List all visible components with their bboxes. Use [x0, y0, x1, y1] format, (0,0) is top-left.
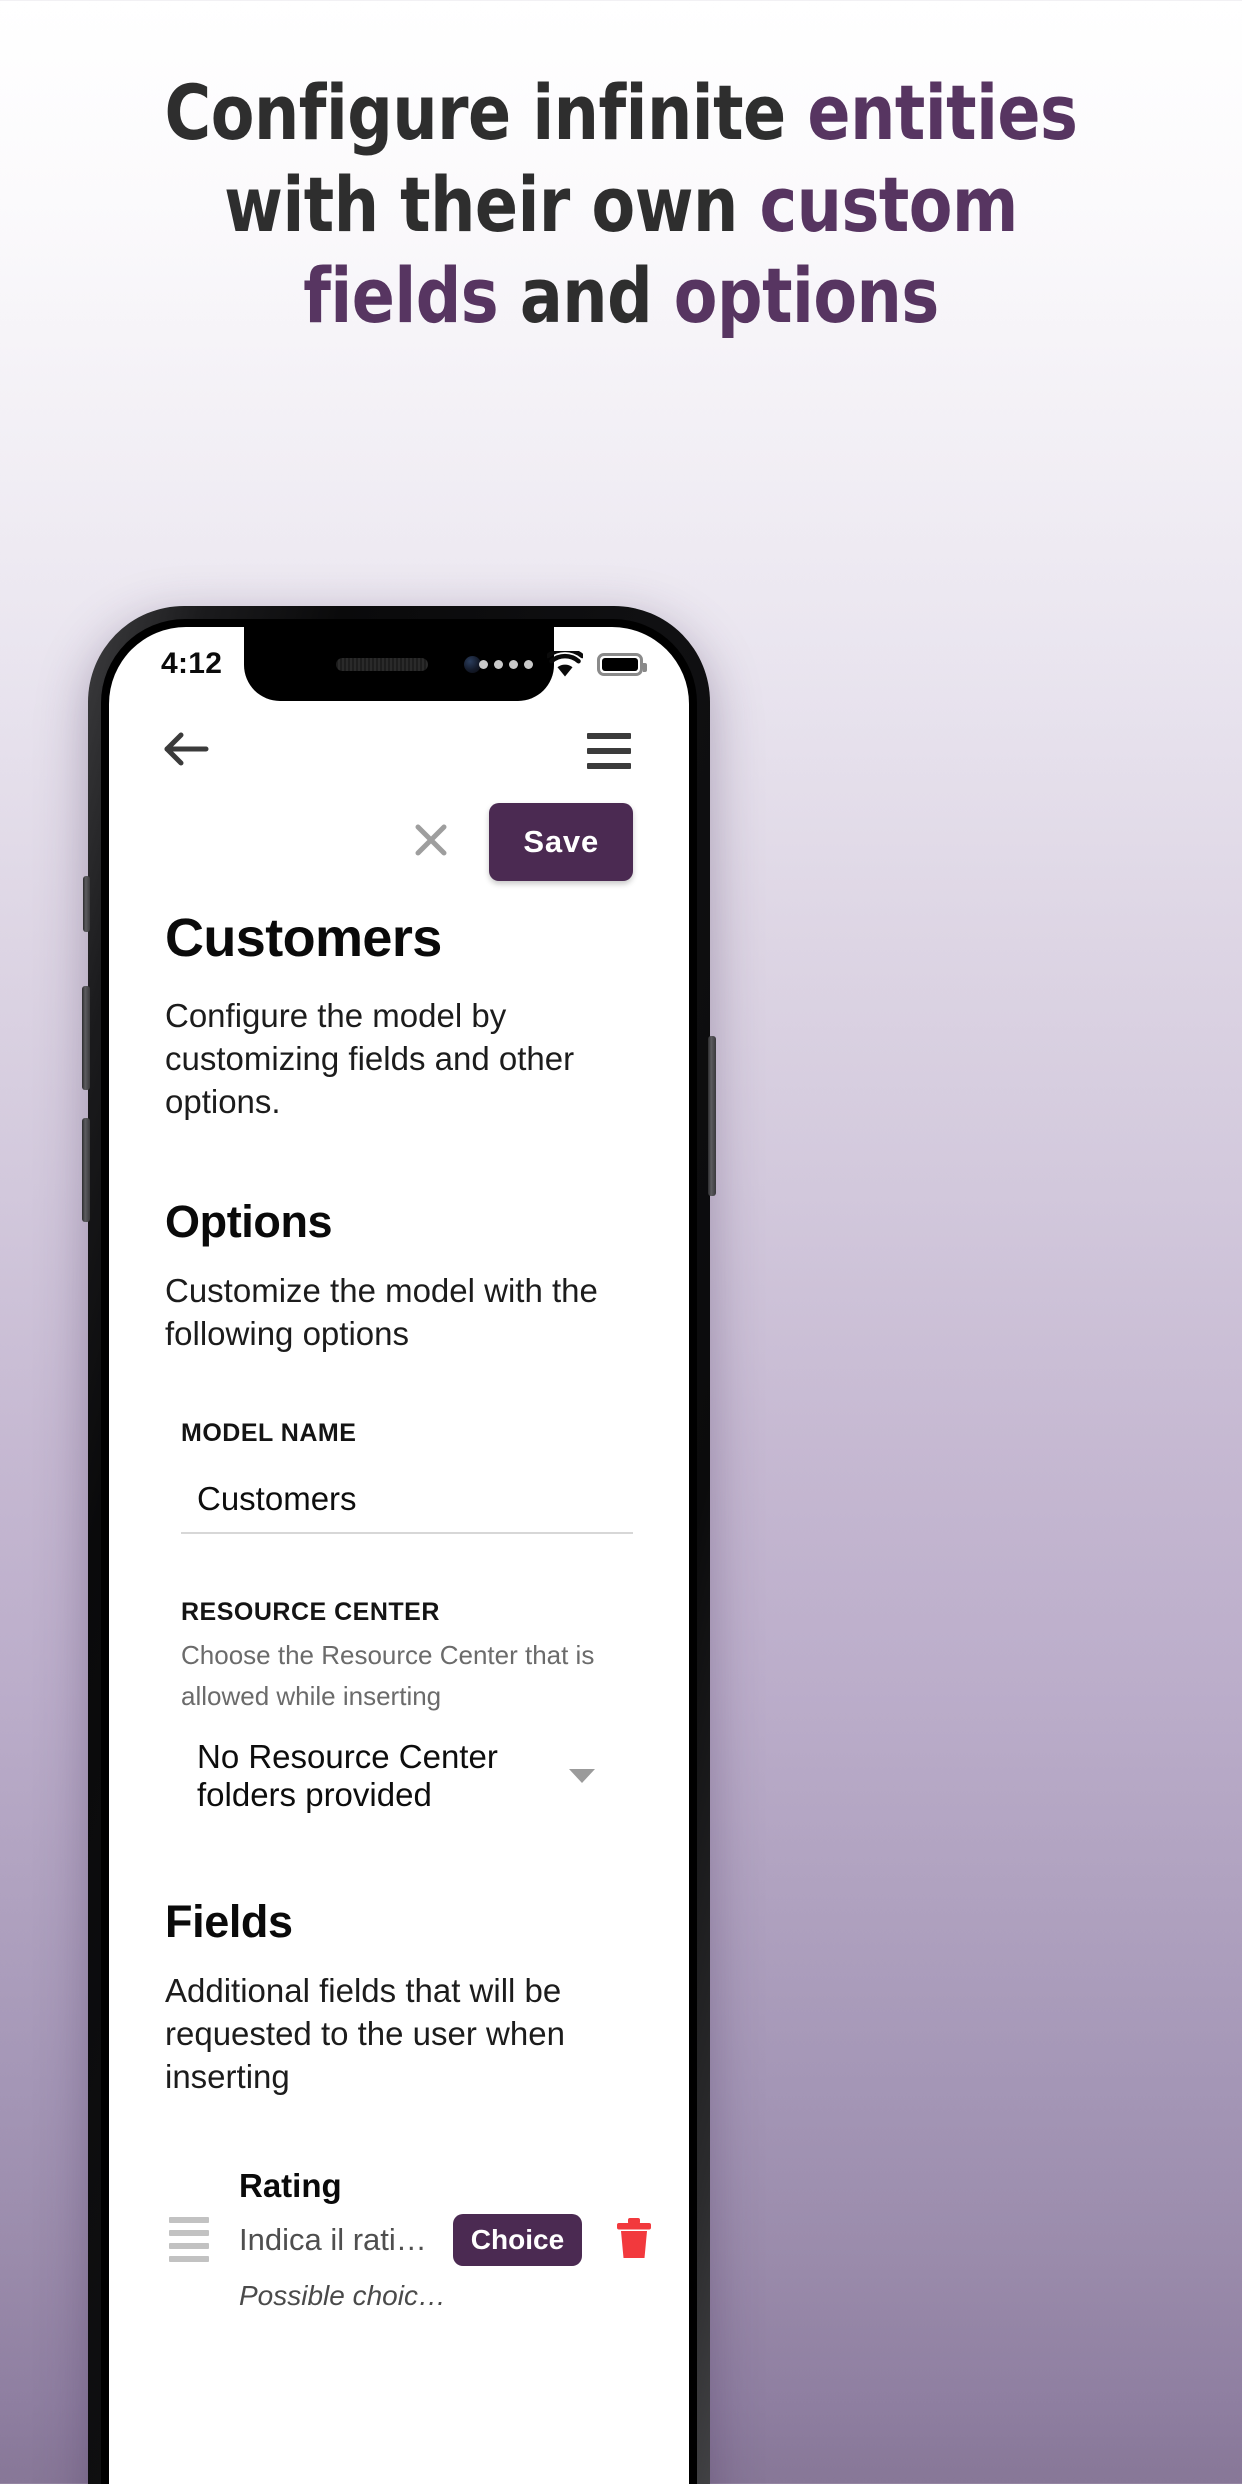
app-nav-bar	[109, 701, 689, 779]
phone-bezel: 4:12 Save Customers Configure the model …	[101, 619, 697, 2484]
power-button[interactable]	[708, 1036, 716, 1196]
close-x-icon[interactable]	[403, 812, 459, 873]
page-description: Configure the model by customizing field…	[165, 997, 575, 1120]
resource-center-label: RESOURCE CENTER	[181, 1598, 440, 1627]
headline-line-1: Configure infinite entities	[99, 74, 1142, 152]
volume-down-button[interactable]	[82, 1118, 90, 1222]
wifi-icon	[547, 650, 583, 678]
headline-accent-custom: custom	[759, 159, 1018, 249]
field-main: Rating Indica il rati… Choice Possible c…	[239, 2166, 652, 2312]
phone-screen: 4:12 Save Customers Configure the model …	[109, 627, 689, 2484]
status-bar: 4:12	[109, 627, 689, 701]
chevron-down-icon	[569, 1769, 595, 1784]
model-name-input[interactable]: Customers	[181, 1460, 633, 1535]
headline-text-1a: Configure infinite	[164, 68, 808, 157]
headline-line-2: with their own custom	[99, 165, 1142, 244]
page-title: Customers	[165, 908, 442, 968]
promo-headline: Configure infinite entities with their o…	[43, 74, 1198, 349]
field-sub-row: Indica il rati… Choice	[239, 2211, 652, 2270]
save-button[interactable]: Save	[489, 803, 633, 881]
volume-up-button[interactable]	[82, 986, 90, 1090]
headline-text-2a: with their own	[224, 159, 760, 249]
resource-center-selected-value: No Resource Center folders provided	[197, 1738, 498, 1814]
hamburger-menu-icon[interactable]	[581, 727, 637, 775]
headline-accent-options: options	[673, 251, 939, 341]
trash-icon[interactable]	[608, 2211, 660, 2270]
signal-dots-icon	[479, 659, 533, 669]
action-row: Save	[109, 779, 689, 881]
status-clock: 4:12	[161, 647, 223, 680]
resource-center-field-block: RESOURCE CENTER Choose the Resource Cent…	[165, 1598, 633, 1824]
fields-section-description: Additional fields that will be requested…	[165, 1972, 565, 2095]
battery-full-icon	[597, 652, 647, 676]
status-badge[interactable]: Choice	[452, 2214, 583, 2267]
fields-list: Rating Indica il rati… Choice Possible c…	[165, 2157, 652, 2312]
options-section-description: Customize the model with the following o…	[165, 1271, 598, 1352]
fields-section-title: Fields	[165, 1896, 293, 1948]
resource-center-help: Choose the Resource Center that is allow…	[181, 1640, 595, 1711]
model-name-field-block: MODEL NAME Customers	[165, 1419, 633, 1535]
settings-content: Customers Configure the model by customi…	[109, 907, 689, 2312]
mute-switch[interactable]	[83, 876, 90, 932]
field-note: Possible choic…	[239, 2279, 446, 2311]
headline-accent-entities: entities	[807, 68, 1078, 157]
drag-handle-icon[interactable]	[165, 2211, 213, 2268]
table-row[interactable]: Rating Indica il rati… Choice Possible c…	[165, 2157, 652, 2312]
options-section-title: Options	[165, 1195, 333, 1247]
phone-mockup: 4:12 Save Customers Configure the model …	[82, 606, 716, 2484]
headline-line-3: fields and options	[99, 257, 1142, 335]
resource-center-select[interactable]: No Resource Center folders provided	[181, 1722, 633, 1824]
headline-text-3b: and	[498, 251, 674, 341]
field-subtitle: Indica il rati…	[239, 2222, 427, 2258]
status-indicators	[479, 650, 647, 678]
field-name: Rating	[239, 2166, 342, 2204]
headline-accent-fields: fields	[303, 251, 499, 341]
model-name-label: MODEL NAME	[181, 1419, 357, 1448]
back-arrow-icon[interactable]	[161, 729, 209, 774]
